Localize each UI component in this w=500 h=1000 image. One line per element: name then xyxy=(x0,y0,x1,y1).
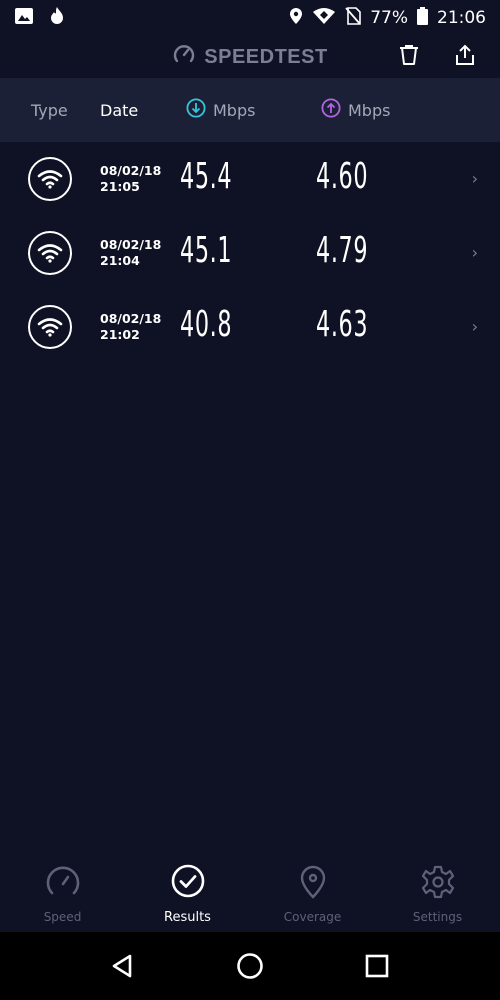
result-date: 08/02/18 xyxy=(100,311,162,326)
column-upload[interactable]: Mbps xyxy=(321,98,390,122)
no-sim-icon xyxy=(345,6,362,30)
app-header: SPEEDTEST xyxy=(0,36,500,78)
result-date: 08/02/18 xyxy=(100,237,162,252)
result-time: 21:05 xyxy=(100,179,140,194)
chevron-right-icon: › xyxy=(471,243,478,262)
result-datetime: 08/02/18 21:04 xyxy=(100,237,161,269)
tab-results[interactable]: Results xyxy=(125,852,250,932)
delete-button[interactable] xyxy=(394,40,424,70)
clock: 21:06 xyxy=(437,8,486,28)
wifi-connection-icon xyxy=(28,157,72,201)
result-time: 21:04 xyxy=(100,253,140,268)
bottom-tab-bar: Speed Results Coverage Settings xyxy=(0,852,500,932)
map-pin-icon xyxy=(295,864,331,904)
column-type[interactable]: Type xyxy=(31,101,68,120)
chevron-right-icon: › xyxy=(471,317,478,336)
column-download-label: Mbps xyxy=(213,100,256,120)
result-datetime: 08/02/18 21:05 xyxy=(100,163,161,195)
battery-icon xyxy=(417,6,428,30)
wifi-connection-icon xyxy=(28,231,72,275)
download-speed: 45.4 xyxy=(180,156,233,197)
trash-icon xyxy=(400,45,418,65)
column-upload-label: Mbps xyxy=(348,100,391,120)
chevron-right-icon: › xyxy=(471,169,478,188)
upload-speed: 4.60 xyxy=(316,156,369,197)
download-speed: 45.1 xyxy=(180,230,233,271)
wifi-connection-icon xyxy=(28,305,72,349)
home-circle-icon xyxy=(237,953,263,979)
brand-name: SPEEDTEST xyxy=(204,45,328,68)
results-list: 08/02/18 21:05 45.4 4.60 › 08/02/18 21:0… xyxy=(0,142,500,364)
share-button[interactable] xyxy=(450,40,480,70)
speedtest-results-screen: 77% 21:06 SPEEDTEST Type Date Mbps Mbps … xyxy=(0,0,500,1000)
recents-button[interactable] xyxy=(352,941,402,991)
image-notification-icon xyxy=(14,7,34,29)
results-column-header: Type Date Mbps Mbps xyxy=(0,78,500,142)
battery-percent: 77% xyxy=(370,8,408,28)
wifi-status-icon xyxy=(312,7,336,30)
system-navigation-bar xyxy=(0,932,500,1000)
tab-speed-label: Speed xyxy=(43,910,82,924)
download-arrow-icon xyxy=(186,98,206,122)
home-button[interactable] xyxy=(225,941,275,991)
flame-notification-icon xyxy=(48,6,66,30)
column-date-label: Date xyxy=(100,100,139,120)
status-right: 77% 21:06 xyxy=(289,6,486,30)
download-speed: 40.8 xyxy=(180,304,233,345)
location-icon xyxy=(289,7,303,30)
status-left xyxy=(14,6,66,30)
upload-speed: 4.63 xyxy=(316,304,369,345)
tab-settings-label: Settings xyxy=(412,910,463,924)
header-actions xyxy=(394,40,480,70)
speedometer-logo-icon xyxy=(172,42,196,72)
share-icon xyxy=(456,44,474,65)
tab-speed[interactable]: Speed xyxy=(0,852,125,932)
result-time: 21:02 xyxy=(100,327,140,342)
column-date[interactable]: Date xyxy=(100,101,138,120)
tab-results-label: Results xyxy=(164,910,211,925)
upload-arrow-icon xyxy=(321,98,341,122)
status-bar: 77% 21:06 xyxy=(0,0,500,36)
back-triangle-icon xyxy=(113,954,132,978)
result-date: 08/02/18 xyxy=(100,163,162,178)
result-datetime: 08/02/18 21:02 xyxy=(100,311,161,343)
brand-logo: SPEEDTEST xyxy=(172,42,327,72)
result-row[interactable]: 08/02/18 21:02 40.8 4.63 › xyxy=(0,290,500,364)
recents-square-icon xyxy=(365,954,388,978)
gear-icon xyxy=(420,864,456,904)
result-row[interactable]: 08/02/18 21:04 45.1 4.79 › xyxy=(0,216,500,290)
back-button[interactable] xyxy=(98,941,148,991)
tab-coverage-label: Coverage xyxy=(283,910,342,924)
checkmark-circle-icon xyxy=(170,864,206,904)
tab-settings[interactable]: Settings xyxy=(375,852,500,932)
column-type-label: Type xyxy=(31,100,68,120)
tab-coverage[interactable]: Coverage xyxy=(250,852,375,932)
speedometer-icon xyxy=(45,864,81,904)
upload-speed: 4.79 xyxy=(316,230,369,271)
result-row[interactable]: 08/02/18 21:05 45.4 4.60 › xyxy=(0,142,500,216)
column-download[interactable]: Mbps xyxy=(186,98,255,122)
